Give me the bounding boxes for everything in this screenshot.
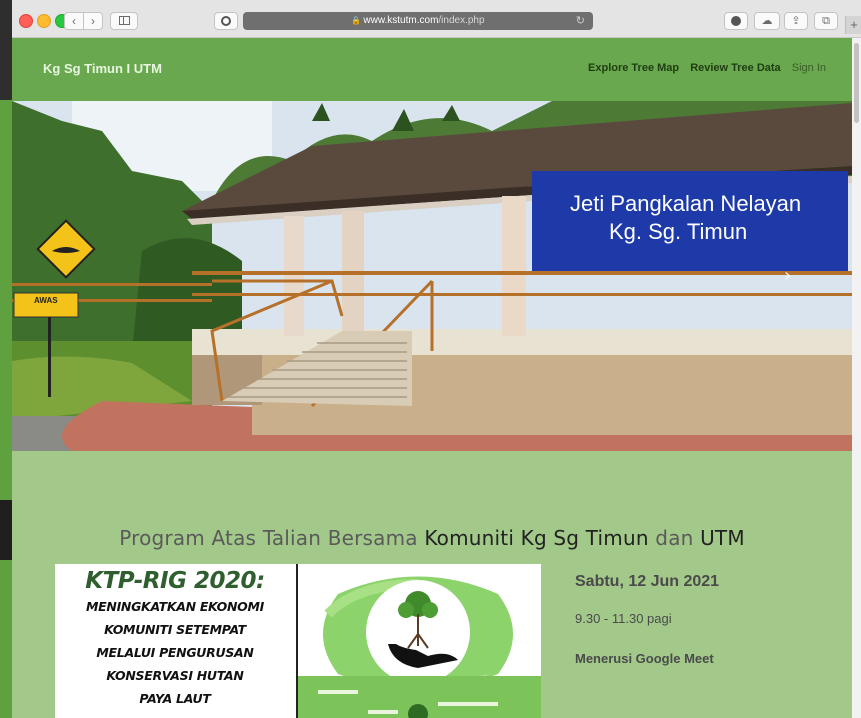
event-time: 9.30 - 11.30 pagi [575, 611, 672, 626]
chevron-left-icon: ‹ [72, 14, 76, 28]
page-heading: Program Atas Talian Bersama Komuniti Kg … [12, 526, 852, 550]
nav-link-explore-tree-map[interactable]: Explore Tree Map [588, 62, 679, 74]
heading-prefix: Program Atas Talian Bersama [119, 526, 425, 550]
new-tab-button[interactable]: + [845, 16, 861, 34]
extension-button[interactable] [214, 12, 238, 30]
url-host: www.kstutm.com [363, 15, 439, 26]
warning-sign-text: AWAS [34, 296, 58, 305]
site-brand[interactable]: Kg Sg Timun I UTM [43, 61, 162, 76]
sidebar-toggle-button[interactable] [110, 12, 138, 30]
forward-button[interactable]: › [83, 12, 103, 30]
event-poster: KTP-RIG 2020: MENINGKATKAN EKONOMI KOMUN… [55, 564, 541, 718]
browser-window: ‹ › 🔒 www.kstutm.com/index.php ↻ ☁ ⇪ ⧉ + … [12, 0, 861, 718]
address-bar[interactable]: 🔒 www.kstutm.com/index.php ↻ [243, 12, 593, 30]
nav-links: Explore Tree Map Review Tree Data Sign I… [580, 62, 826, 74]
svg-text:›: › [784, 265, 791, 286]
jetty-sign-line1: Jeti Pangkalan Nelayan [570, 191, 801, 216]
mangrove-hand-illustration [298, 564, 541, 718]
nav-link-review-tree-data[interactable]: Review Tree Data [690, 62, 781, 74]
event-details: Sabtu, 12 Jun 2021 9.30 - 11.30 pagi Men… [575, 573, 720, 666]
plus-icon: + [850, 17, 858, 32]
nav-link-sign-in[interactable]: Sign In [792, 62, 826, 74]
heading-community: Komuniti Kg Sg Timun [424, 526, 649, 550]
event-date: Sabtu, 12 Jun 2021 [575, 573, 720, 590]
page-scrollbar[interactable] [852, 38, 861, 718]
downloads-button[interactable] [724, 12, 748, 30]
minimize-window-button[interactable] [37, 14, 51, 28]
scrollbar-thumb[interactable] [854, 43, 859, 123]
cloud-icon: ☁ [761, 15, 773, 27]
icloud-button[interactable]: ☁ [754, 12, 780, 30]
poster-line: MENINGKATKAN EKONOMI [86, 599, 264, 614]
sidebar-icon [119, 16, 130, 25]
poster-line: PAYA LAUT [139, 691, 211, 706]
lock-icon: 🔒 [351, 16, 362, 25]
desktop-edge [0, 0, 12, 100]
browser-toolbar: ‹ › 🔒 www.kstutm.com/index.php ↻ ☁ ⇪ ⧉ + [12, 0, 861, 38]
close-window-button[interactable] [19, 14, 33, 28]
event-venue: Menerusi Google Meet [575, 651, 714, 666]
poster-line: KOMUNITI SETEMPAT [104, 622, 246, 637]
download-icon [731, 16, 741, 26]
poster-illustration [298, 564, 541, 718]
desktop-background [0, 0, 12, 718]
hero-image: Jeti Pangkalan Nelayan Kg. Sg. Timun AWA… [12, 101, 852, 451]
share-icon: ⇪ [791, 15, 801, 27]
back-button[interactable]: ‹ [64, 12, 84, 30]
url-path: /index.php [438, 15, 485, 26]
poster-line: KONSERVASI HUTAN [106, 668, 244, 683]
share-button[interactable]: ⇪ [784, 12, 808, 30]
jetty-photo: Jeti Pangkalan Nelayan Kg. Sg. Timun AWA… [12, 101, 852, 451]
heading-utm: UTM [700, 526, 745, 550]
poster-line: MELALUI PENGURUSAN [96, 645, 254, 660]
extension-icon [221, 16, 231, 26]
web-page: Kg Sg Timun I UTM Explore Tree Map Revie… [12, 38, 852, 718]
desktop-edge [0, 500, 12, 560]
poster-title: KTP-RIG 2020: [85, 568, 265, 594]
poster-text-panel: KTP-RIG 2020: MENINGKATKAN EKONOMI KOMUN… [55, 564, 295, 718]
tabs-icon: ⧉ [822, 15, 830, 27]
reload-icon[interactable]: ↻ [576, 12, 585, 30]
jetty-sign-line2: Kg. Sg. Timun [609, 219, 747, 244]
chevron-right-icon: › [91, 14, 95, 28]
tab-overview-button[interactable]: ⧉ [814, 12, 838, 30]
site-navbar: Kg Sg Timun I UTM Explore Tree Map Revie… [12, 38, 852, 101]
heading-mid: dan [648, 526, 701, 550]
